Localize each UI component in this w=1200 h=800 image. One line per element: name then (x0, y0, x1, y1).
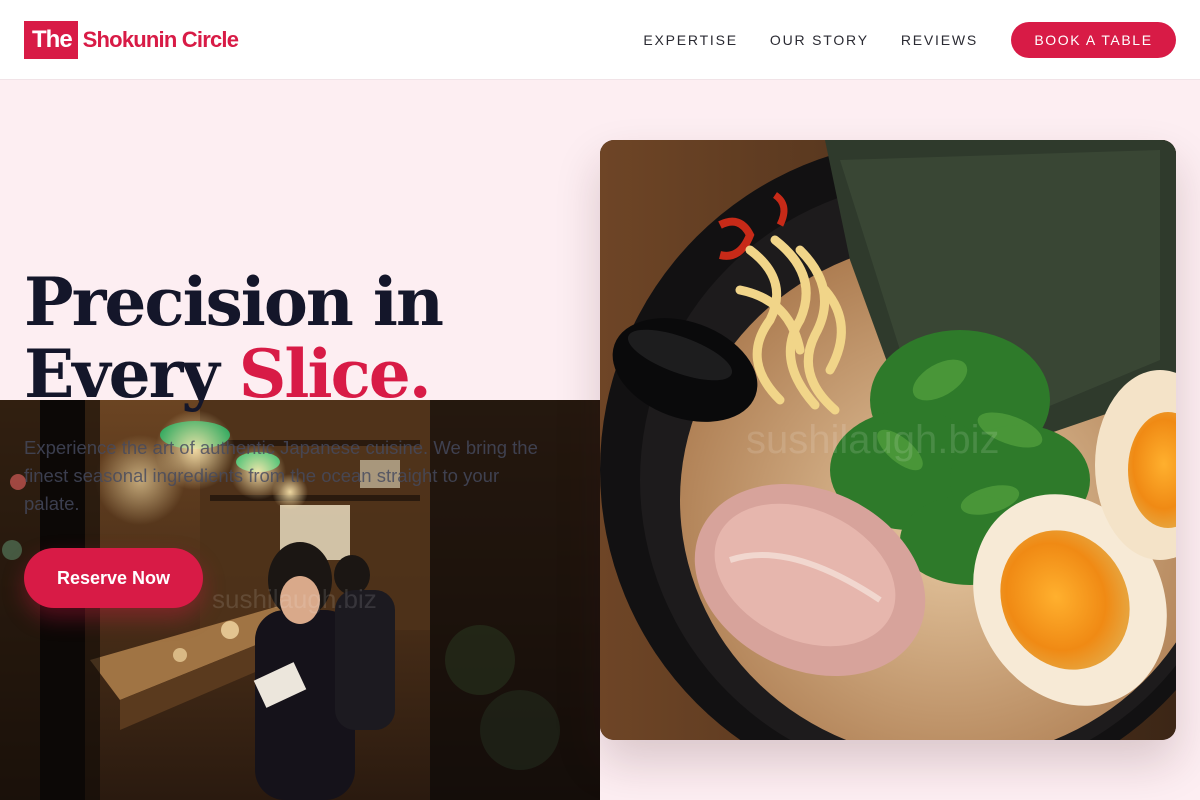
logo-text: Shokunin Circle (82, 26, 239, 52)
hero-section: Precision in Every Slice. Experience the… (24, 266, 584, 608)
top-navigation: The Shokunin Circle EXPERTISE OUR STORY … (0, 0, 1200, 80)
hero-title-line2: Every (24, 335, 220, 413)
hero-subtitle: Experience the art of authentic Japanese… (24, 437, 538, 514)
book-a-table-button[interactable]: BOOK A TABLE (1011, 21, 1176, 58)
hero-title: Precision in Every Slice. (24, 266, 584, 410)
nav-link-expertise[interactable]: EXPERTISE (643, 32, 738, 48)
watermark-secondary: sushilaugh.biz (212, 584, 377, 614)
logo[interactable]: The Shokunin Circle (24, 20, 239, 59)
nav-links: EXPERTISE OUR STORY REVIEWS BOOK A TABLE (611, 21, 1176, 58)
watermark-main: sushilaugh.biz (746, 418, 1000, 462)
hero-title-accent: Slice. (238, 335, 432, 413)
nav-link-reviews[interactable]: REVIEWS (901, 32, 978, 48)
logo-box: The (24, 20, 78, 59)
hero-title-line1: Precision in (24, 263, 444, 341)
reserve-now-button[interactable]: Reserve Now (24, 548, 203, 608)
nav-link-our-story[interactable]: OUR STORY (770, 32, 869, 48)
